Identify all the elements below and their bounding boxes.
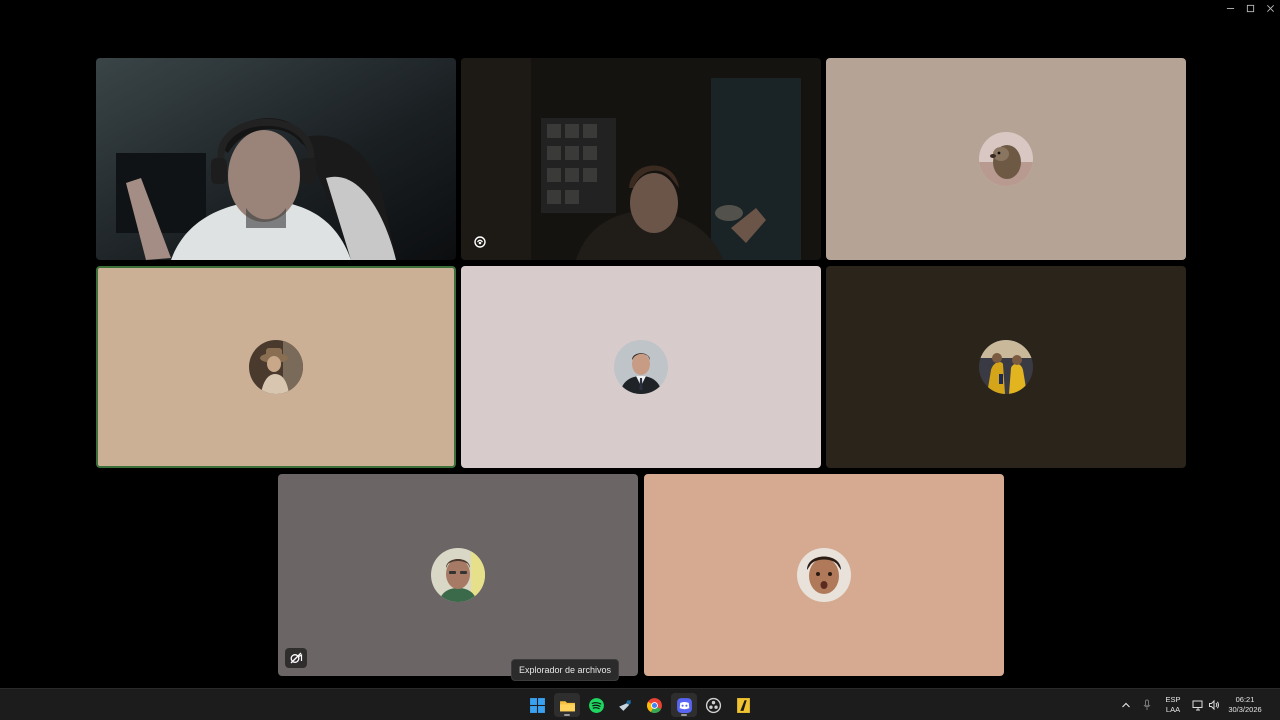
microphone-icon	[1143, 699, 1151, 710]
file-explorer-button[interactable]	[554, 693, 580, 717]
participant-tile-4[interactable]	[96, 266, 456, 468]
participant-tile-2[interactable]	[461, 58, 821, 260]
participant-tile-3[interactable]	[826, 58, 1186, 260]
participant-tile-8[interactable]	[644, 474, 1004, 676]
window-controls	[1220, 0, 1280, 16]
man-face-avatar-icon	[431, 548, 485, 602]
participant-avatar-4	[249, 340, 303, 394]
close-button[interactable]	[1260, 0, 1280, 16]
volume-icon	[1209, 699, 1219, 711]
participant-avatar-8	[797, 548, 851, 602]
child-face-avatar-icon	[797, 548, 851, 602]
taskbar: ESP LAA 06:21 30/3/2026	[0, 688, 1280, 720]
folder-icon	[559, 700, 575, 711]
minimize-button[interactable]	[1220, 0, 1240, 16]
camera-feed-1	[96, 58, 456, 260]
camera-off-icon	[290, 652, 303, 664]
game-launcher-button[interactable]	[730, 693, 756, 717]
taskbar-tooltip: Explorador de archivos	[511, 659, 620, 681]
keyboard-layout: LAA	[1165, 705, 1181, 714]
chrome-button[interactable]	[641, 693, 667, 717]
participant-avatar-5	[614, 340, 668, 394]
noise-suppression-icon	[474, 236, 486, 248]
game-launcher-icon	[736, 697, 750, 713]
discord-icon	[676, 697, 692, 713]
network-tray-button[interactable]	[1191, 698, 1205, 712]
start-button[interactable]	[524, 693, 550, 717]
participant-tile-1[interactable]	[96, 58, 456, 260]
show-hidden-icons-button[interactable]	[1119, 698, 1133, 712]
minimize-icon	[1226, 7, 1234, 9]
participant-status-7	[285, 648, 307, 668]
steam-button[interactable]	[612, 693, 638, 717]
spotify-button[interactable]	[583, 693, 609, 717]
marmot-avatar-icon	[979, 132, 1033, 186]
participant-status-2	[469, 232, 491, 252]
chevron-up-icon	[1122, 702, 1130, 708]
volume-tray-button[interactable]	[1207, 698, 1221, 712]
clock-date: 30/3/2026	[1228, 705, 1262, 714]
microphone-tray-button[interactable]	[1140, 698, 1154, 712]
discord-button[interactable]	[671, 693, 697, 717]
windows-start-icon	[529, 697, 545, 713]
network-icon	[1192, 700, 1203, 711]
video-call-window: Explorador de archivos	[0, 0, 1280, 688]
participant-tile-5[interactable]	[461, 266, 821, 468]
participant-avatar-3	[979, 132, 1033, 186]
participant-tile-7[interactable]	[278, 474, 638, 676]
participant-avatar-7	[431, 548, 485, 602]
participant-avatar-6	[979, 340, 1033, 394]
language-code: ESP	[1165, 695, 1181, 704]
system-clock[interactable]: 06:21 30/3/2026	[1224, 695, 1266, 715]
camera-feed-2	[461, 58, 821, 260]
close-icon	[1266, 4, 1274, 12]
vintage-photo-avatar-icon	[249, 340, 303, 394]
spotify-icon	[588, 697, 604, 713]
maximize-icon	[1246, 4, 1254, 12]
maximize-button[interactable]	[1240, 0, 1260, 16]
clock-time: 06:21	[1235, 695, 1255, 704]
obs-icon	[705, 697, 721, 713]
participant-tile-6[interactable]	[826, 266, 1186, 468]
steam-icon	[618, 699, 631, 711]
obs-button[interactable]	[700, 693, 726, 717]
yellow-jersey-avatar-icon	[979, 340, 1033, 394]
chrome-icon	[646, 697, 662, 713]
man-in-suit-avatar-icon	[614, 340, 668, 394]
language-indicator[interactable]: ESP LAA	[1162, 695, 1184, 715]
